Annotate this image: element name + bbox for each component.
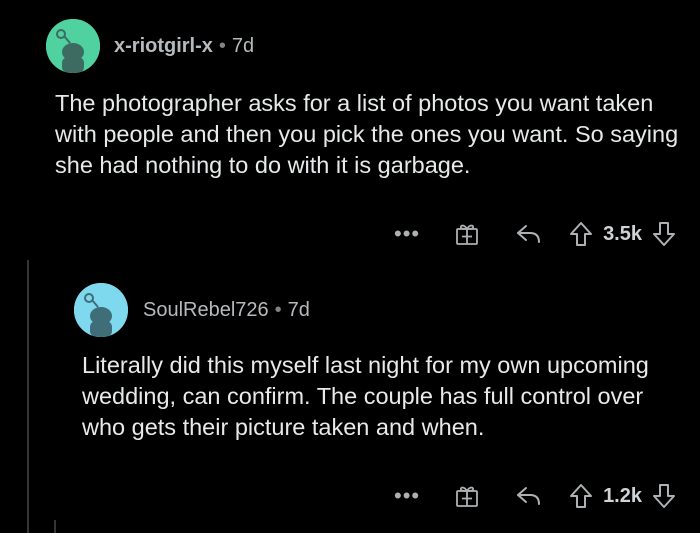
more-options-icon[interactable]: •••	[389, 480, 425, 512]
comment-body: Literally did this myself last night for…	[82, 352, 649, 440]
thread-line-nested[interactable]	[54, 520, 56, 533]
comment-meta: SoulRebel726 • 7d	[143, 296, 310, 324]
vote-score: 3.5k	[603, 223, 642, 245]
snoo-avatar-icon[interactable]	[46, 19, 100, 73]
comment-actions: ••• 1.2k	[389, 480, 678, 512]
timestamp[interactable]: 7d	[288, 299, 310, 321]
comment-body: The photographer asks for a list of phot…	[55, 90, 679, 178]
upvote-arrow-icon[interactable]	[567, 483, 595, 509]
comment-meta: x-riotgirl-x • 7d	[114, 32, 254, 60]
reply-arrow-icon[interactable]	[513, 222, 545, 246]
reply-arrow-icon[interactable]	[513, 484, 545, 508]
thread-line[interactable]	[27, 260, 29, 533]
vote-score: 1.2k	[603, 485, 642, 507]
downvote-arrow-icon[interactable]	[650, 221, 678, 247]
username[interactable]: SoulRebel726	[143, 299, 269, 321]
gift-award-icon[interactable]	[451, 483, 483, 509]
username[interactable]: x-riotgirl-x	[114, 35, 213, 57]
comment-actions: ••• 3.5k	[389, 218, 678, 250]
separator-dot: •	[274, 299, 282, 321]
gift-award-icon[interactable]	[451, 221, 483, 247]
upvote-arrow-icon[interactable]	[567, 221, 595, 247]
more-options-icon[interactable]: •••	[389, 218, 425, 250]
timestamp[interactable]: 7d	[232, 35, 254, 57]
separator-dot: •	[218, 35, 226, 57]
snoo-avatar-icon[interactable]	[74, 283, 128, 337]
downvote-arrow-icon[interactable]	[650, 483, 678, 509]
